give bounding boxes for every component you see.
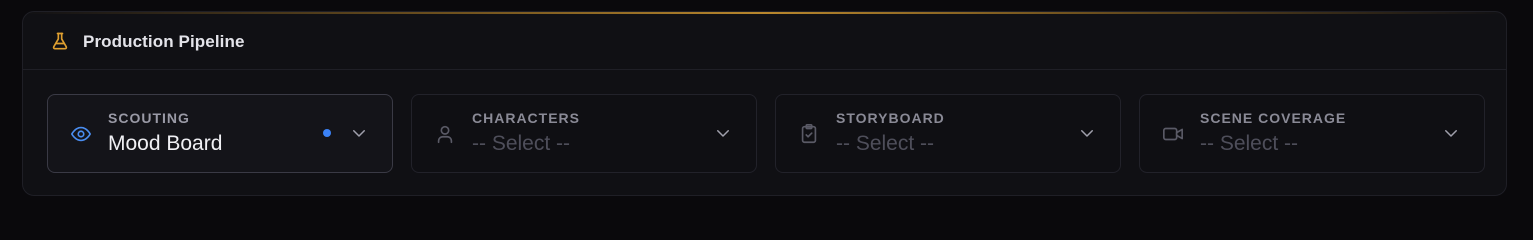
eye-icon: [70, 123, 92, 145]
stage-selected-value: Mood Board: [108, 132, 223, 155]
chevron-down-icon: [350, 124, 368, 142]
stage-select-scouting[interactable]: SCOUTING Mood Board: [47, 94, 393, 173]
chevron-down-icon: [714, 124, 732, 142]
flask-icon: [50, 31, 70, 51]
video-camera-icon: [1162, 123, 1184, 145]
clipboard-check-icon: [798, 123, 820, 145]
status-dot: [323, 129, 331, 137]
stage-label: SCOUTING: [108, 110, 190, 126]
user-icon: [434, 123, 456, 145]
stage-label: SCENE COVERAGE: [1200, 110, 1347, 126]
stage-select-characters[interactable]: CHARACTERS -- Select --: [411, 94, 757, 173]
stage-select-storyboard[interactable]: STORYBOARD -- Select --: [775, 94, 1121, 173]
chevron-down-icon: [1442, 124, 1460, 142]
stage-label: STORYBOARD: [836, 110, 945, 126]
stage-placeholder-value: -- Select --: [472, 132, 571, 155]
stage-placeholder-value: -- Select --: [1200, 132, 1299, 155]
production-pipeline-panel: Production Pipeline SCOUTING Mood Board …: [22, 11, 1507, 196]
chevron-down-icon: [1078, 124, 1096, 142]
stage-select-scene-coverage[interactable]: SCENE COVERAGE -- Select --: [1139, 94, 1485, 173]
stage-placeholder-value: -- Select --: [836, 132, 935, 155]
stage-label: CHARACTERS: [472, 110, 580, 126]
panel-title: Production Pipeline: [83, 32, 245, 51]
panel-header: Production Pipeline: [23, 12, 1506, 70]
